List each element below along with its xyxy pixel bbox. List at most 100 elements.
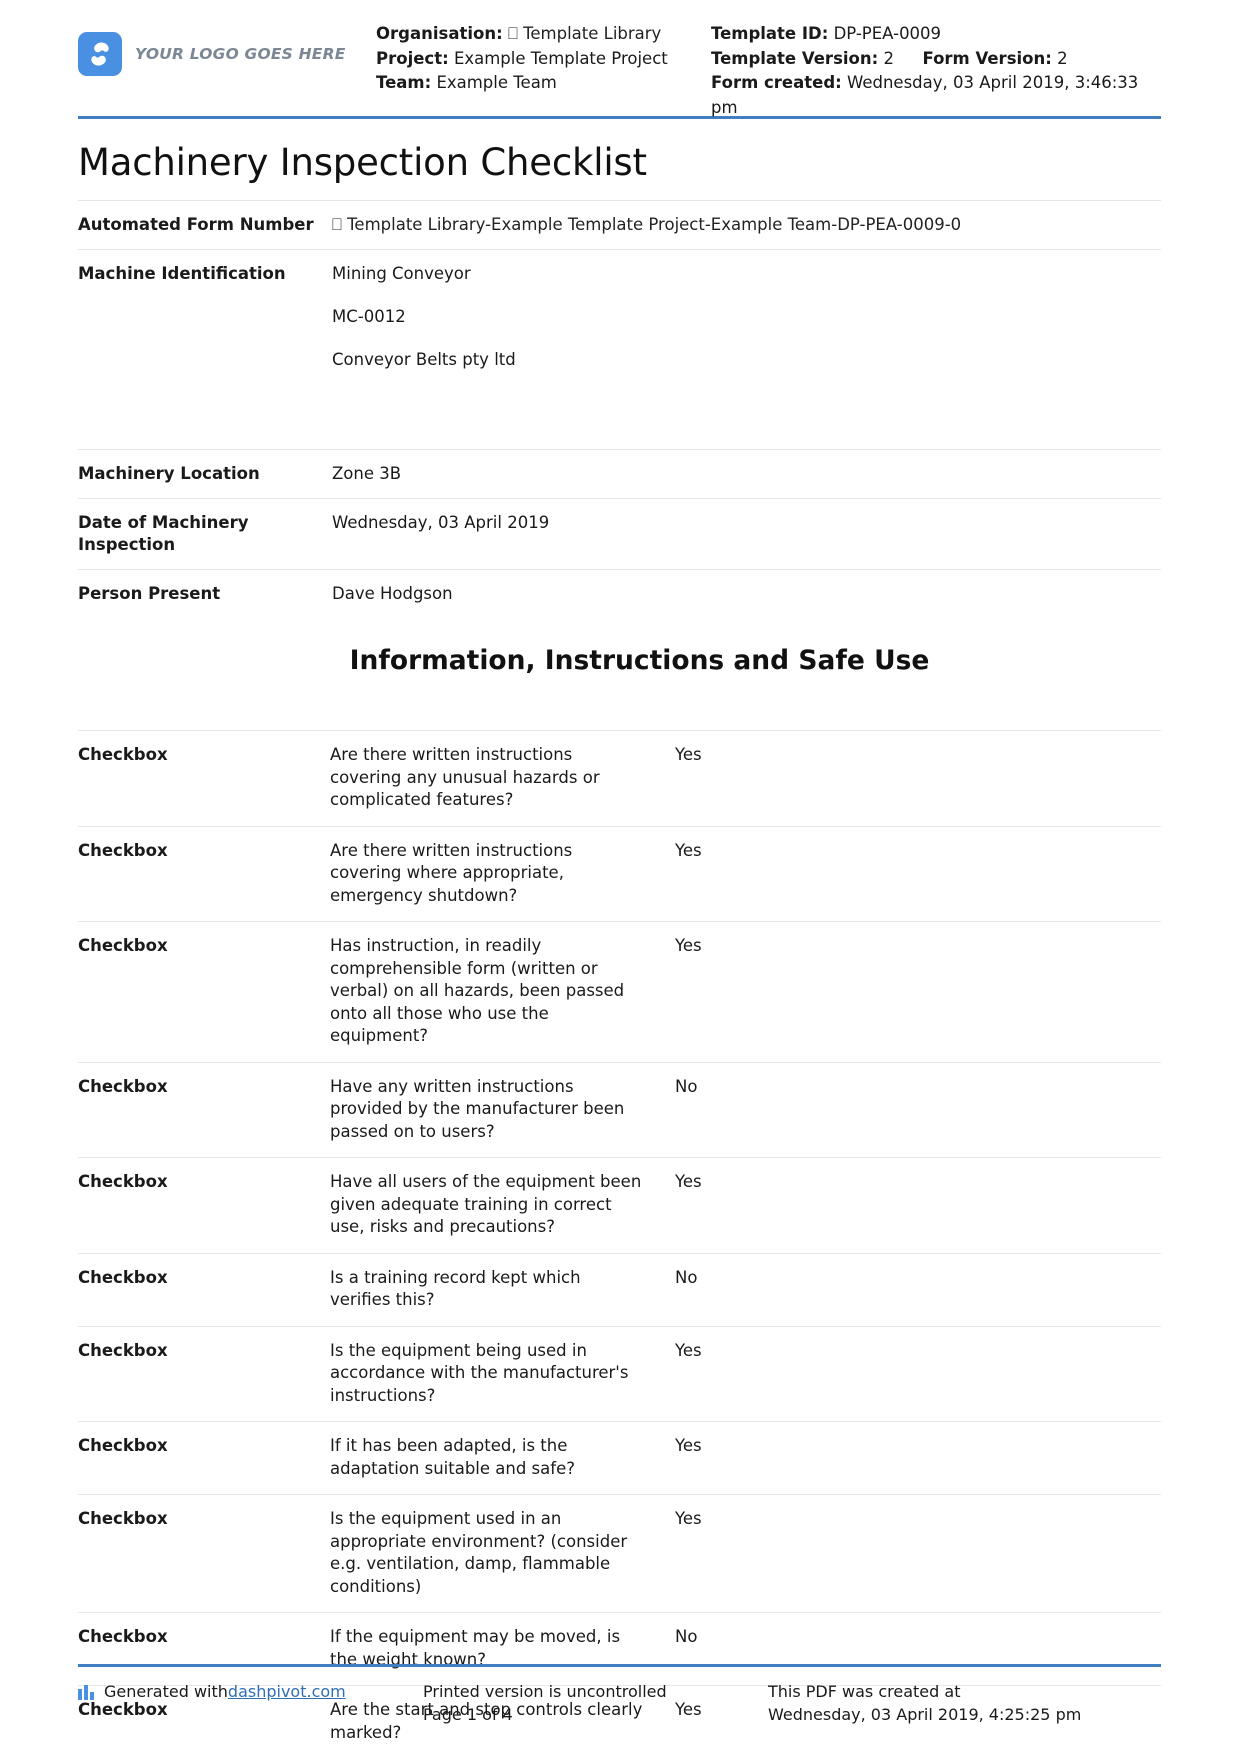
- checklist-question: Has instruction, in readily comprehensib…: [330, 922, 675, 1063]
- form-version-label: Form Version:: [922, 49, 1051, 68]
- organisation-row: Organisation: ⎕ Template Library: [376, 22, 711, 47]
- table-row: Automated Form Number ⎕ Template Library…: [78, 201, 1161, 250]
- checklist-type: Checkbox: [78, 1253, 330, 1326]
- checklist-question: Have any written instructions provided b…: [330, 1062, 675, 1158]
- field-value: Dave Hodgson: [330, 570, 1161, 619]
- checklist-extra: [875, 731, 1161, 827]
- table-row: Checkbox Is the equipment used in an app…: [78, 1495, 1161, 1613]
- field-value-line: Zone 3B: [332, 463, 1161, 485]
- checklist-extra: [875, 1158, 1161, 1254]
- table-row: Checkbox Are there written instructions …: [78, 826, 1161, 922]
- document-page: YOUR LOGO GOES HERE Organisation: ⎕ Temp…: [0, 0, 1239, 1754]
- checklist-question: Have all users of the equipment been giv…: [330, 1158, 675, 1254]
- header-meta-left: Organisation: ⎕ Template Library Project…: [376, 22, 711, 96]
- table-row: Checkbox Has instruction, in readily com…: [78, 922, 1161, 1063]
- field-value: Mining Conveyor MC-0012 Conveyor Belts p…: [330, 250, 1161, 450]
- checklist-extra: [875, 922, 1161, 1063]
- checklist-table: Checkbox Are there written instructions …: [78, 730, 1161, 1758]
- checklist-answer: Yes: [675, 1422, 875, 1495]
- logo-block: YOUR LOGO GOES HERE: [78, 22, 376, 76]
- field-value-line: Dave Hodgson: [332, 583, 1161, 605]
- field-value-line: ⎕ Template Library-Example Template Proj…: [332, 214, 1161, 236]
- checklist-answer: Yes: [675, 1326, 875, 1422]
- team-label: Team:: [376, 73, 431, 92]
- checklist-question: Are there written instructions covering …: [330, 826, 675, 922]
- project-row: Project: Example Template Project: [376, 47, 711, 72]
- table-row: Checkbox Have any written instructions p…: [78, 1062, 1161, 1158]
- template-id-row: Template ID: DP-PEA-0009: [711, 22, 1161, 47]
- checklist-extra: [875, 1062, 1161, 1158]
- document-footer: Generated with dashpivot.com Printed ver…: [78, 1664, 1161, 1726]
- checklist-question: If it has been adapted, is the adaptatio…: [330, 1422, 675, 1495]
- checklist-type: Checkbox: [78, 1422, 330, 1495]
- team-row: Team: Example Team: [376, 71, 711, 96]
- field-label: Machinery Location: [78, 450, 330, 499]
- field-value-line: Mining Conveyor: [332, 263, 1161, 285]
- field-value: Wednesday, 03 April 2019: [330, 499, 1161, 570]
- table-row: Checkbox Have all users of the equipment…: [78, 1158, 1161, 1254]
- dashpivot-link[interactable]: dashpivot.com: [228, 1680, 346, 1703]
- field-value-pad: [332, 392, 1161, 436]
- company-logo-icon: [78, 32, 122, 76]
- checklist-type: Checkbox: [78, 826, 330, 922]
- footer-generated-text: Generated with: [104, 1680, 228, 1703]
- checklist-answer: Yes: [675, 826, 875, 922]
- footer-print-info: Printed version is uncontrolled Page 1 o…: [423, 1680, 768, 1726]
- checklist-answer: No: [675, 1062, 875, 1158]
- page-title: Machinery Inspection Checklist: [78, 119, 1161, 200]
- header-meta-right: Template ID: DP-PEA-0009 Template Versio…: [711, 22, 1161, 120]
- footer-created-label: This PDF was created at: [768, 1680, 1161, 1703]
- checklist-extra: [875, 1422, 1161, 1495]
- field-value: ⎕ Template Library-Example Template Proj…: [330, 201, 1161, 250]
- checklist-type: Checkbox: [78, 1326, 330, 1422]
- versions-row: Template Version: 2 Form Version: 2: [711, 47, 1161, 72]
- field-label: Date of Machinery Inspection: [78, 499, 330, 570]
- checklist-question: Is a training record kept which verifies…: [330, 1253, 675, 1326]
- checklist-answer: Yes: [675, 1495, 875, 1613]
- organisation-value: ⎕ Template Library: [508, 24, 661, 43]
- table-row: Checkbox Are there written instructions …: [78, 731, 1161, 827]
- checklist-question: Is the equipment being used in accordanc…: [330, 1326, 675, 1422]
- form-created-label: Form created:: [711, 73, 842, 92]
- checklist-type: Checkbox: [78, 922, 330, 1063]
- table-row: Date of Machinery Inspection Wednesday, …: [78, 499, 1161, 570]
- footer-page-number: Page 1 of 4: [423, 1703, 768, 1726]
- field-label: Machine Identification: [78, 250, 330, 450]
- section-spacer: [78, 676, 1161, 730]
- checklist-question: Are there written instructions covering …: [330, 731, 675, 827]
- form-created-row: Form created: Wednesday, 03 April 2019, …: [711, 71, 1161, 120]
- checklist-answer: No: [675, 1253, 875, 1326]
- team-value: Example Team: [436, 73, 556, 92]
- checklist-extra: [875, 1326, 1161, 1422]
- form-fields-table: Automated Form Number ⎕ Template Library…: [78, 200, 1161, 618]
- checklist-extra: [875, 1253, 1161, 1326]
- footer-created-info: This PDF was created at Wednesday, 03 Ap…: [768, 1680, 1161, 1726]
- logo-text: YOUR LOGO GOES HERE: [135, 45, 346, 63]
- form-version-value: 2: [1057, 49, 1068, 68]
- footer-uncontrolled-text: Printed version is uncontrolled: [423, 1680, 768, 1703]
- field-label: Automated Form Number: [78, 201, 330, 250]
- organisation-label: Organisation:: [376, 24, 503, 43]
- checklist-type: Checkbox: [78, 1495, 330, 1613]
- field-value-line: MC-0012: [332, 306, 1161, 328]
- table-row: Checkbox If it has been adapted, is the …: [78, 1422, 1161, 1495]
- document-header: YOUR LOGO GOES HERE Organisation: ⎕ Temp…: [78, 0, 1161, 112]
- template-version-label: Template Version:: [711, 49, 878, 68]
- bar-chart-icon: [78, 1680, 95, 1700]
- project-label: Project:: [376, 49, 449, 68]
- checklist-answer: Yes: [675, 731, 875, 827]
- project-value: Example Template Project: [454, 49, 668, 68]
- table-row: Checkbox Is the equipment being used in …: [78, 1326, 1161, 1422]
- checklist-type: Checkbox: [78, 1158, 330, 1254]
- section-heading: Information, Instructions and Safe Use: [118, 618, 1161, 676]
- field-value-line: Wednesday, 03 April 2019: [332, 512, 1161, 534]
- table-row: Machine Identification Mining Conveyor M…: [78, 250, 1161, 450]
- table-row: Machinery Location Zone 3B: [78, 450, 1161, 499]
- field-label: Person Present: [78, 570, 330, 619]
- checklist-question: Is the equipment used in an appropriate …: [330, 1495, 675, 1613]
- field-value: Zone 3B: [330, 450, 1161, 499]
- template-id-value: DP-PEA-0009: [834, 24, 942, 43]
- checklist-type: Checkbox: [78, 731, 330, 827]
- field-value-line: Conveyor Belts pty ltd: [332, 349, 1161, 371]
- template-id-label: Template ID:: [711, 24, 828, 43]
